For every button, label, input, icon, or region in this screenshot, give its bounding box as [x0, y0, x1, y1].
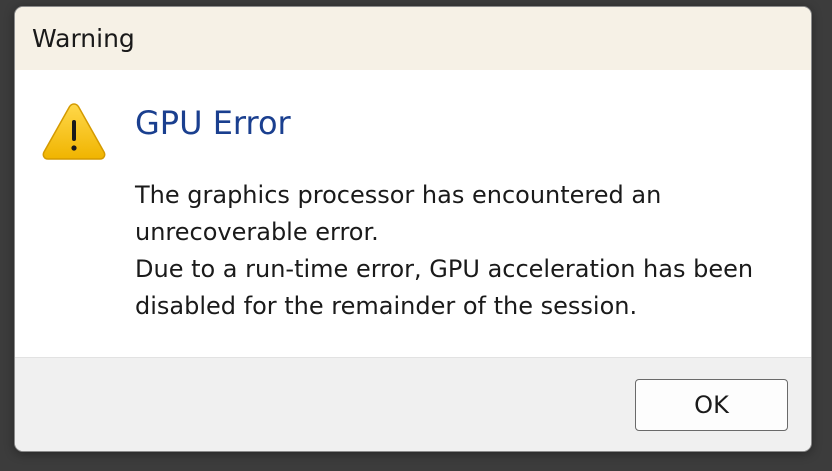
error-heading: GPU Error: [135, 104, 291, 142]
message-line: The graphics processor has encountered a…: [135, 181, 662, 209]
dialog-content: GPU Error The graphics processor has enc…: [15, 70, 811, 357]
dialog-footer: OK: [15, 357, 811, 451]
message-line: unrecoverable error.: [135, 218, 379, 246]
dialog-titlebar[interactable]: Warning: [15, 7, 811, 70]
message-line: Due to a run-time error, GPU acceleratio…: [135, 255, 754, 283]
warning-triangle-icon: [42, 103, 106, 160]
message-line: disabled for the remainder of the sessio…: [135, 292, 638, 320]
ok-button[interactable]: OK: [635, 379, 788, 431]
dialog-title: Warning: [32, 24, 135, 53]
error-message: The graphics processor has encountered a…: [135, 177, 795, 325]
warning-dialog: Warning GPU Error The graphics processor…: [14, 6, 812, 452]
